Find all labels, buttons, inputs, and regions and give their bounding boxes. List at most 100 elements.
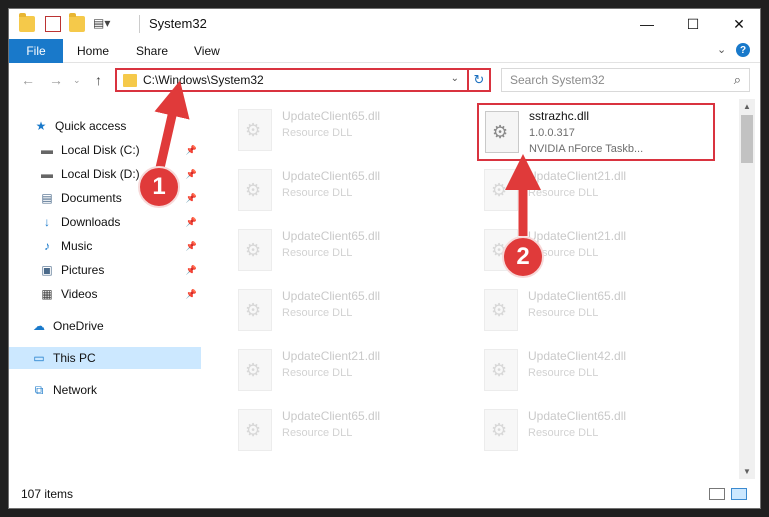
file-name: UpdateClient21.dll (528, 229, 627, 243)
tab-share[interactable]: Share (136, 39, 168, 63)
ribbon-tabs: File Home Share View ⌄ ? (9, 39, 760, 63)
dll-file-icon (238, 349, 272, 391)
file-name: UpdateClient65.dll (528, 409, 627, 423)
file-name: UpdateClient42.dll (528, 349, 627, 363)
scroll-up-icon[interactable]: ▲ (743, 102, 751, 111)
properties-icon[interactable] (45, 16, 61, 32)
navigation-pane: ★ Quick access ▬ Local Disk (C:) 📌 ▬ Loc… (9, 99, 201, 479)
large-icons-view-icon[interactable] (731, 488, 747, 500)
search-icon[interactable]: ⌕ (734, 72, 741, 88)
file-description: Resource DLL (282, 367, 353, 379)
title-separator (139, 15, 140, 33)
file-item[interactable]: UpdateClient65.dll Resource DLL (224, 103, 459, 159)
file-name: UpdateClient65.dll (282, 289, 381, 303)
sidebar-item-label: Quick access (55, 119, 127, 133)
sidebar-item-videos[interactable]: ▦ Videos 📌 (9, 283, 201, 305)
back-button[interactable]: ← (21, 72, 35, 88)
tab-home[interactable]: Home (77, 39, 109, 63)
new-folder-icon[interactable] (69, 13, 85, 32)
address-bar[interactable]: C:\Windows\System32 ⌄ (115, 68, 491, 92)
pictures-icon: ▣ (41, 263, 53, 277)
file-item[interactable]: UpdateClient42.dll Resource DLL (470, 343, 705, 399)
sidebar-item-label: Network (53, 383, 98, 397)
sidebar-item-network[interactable]: ⧉ Network (9, 379, 201, 401)
recent-locations-icon[interactable]: ⌄ (73, 75, 81, 86)
file-description: Resource DLL (528, 187, 599, 199)
close-button[interactable]: ✕ (716, 9, 760, 39)
pin-icon: 📌 (185, 240, 197, 251)
file-item[interactable]: UpdateClient65.dll Resource DLL (224, 163, 459, 219)
chevron-down-icon[interactable]: ⌄ (451, 73, 459, 84)
minimize-button[interactable]: — (624, 9, 670, 39)
file-name: UpdateClient65.dll (282, 169, 381, 183)
forward-button[interactable]: → (49, 72, 63, 88)
address-path[interactable]: C:\Windows\System32 (143, 73, 264, 87)
file-item[interactable]: UpdateClient65.dll Resource DLL (224, 283, 459, 339)
tab-file[interactable]: File (9, 39, 63, 63)
pin-icon: 📌 (185, 264, 197, 275)
scroll-down-icon[interactable]: ▼ (743, 467, 751, 476)
sidebar-item-quick-access[interactable]: ★ Quick access (9, 115, 201, 137)
dll-file-icon (238, 229, 272, 271)
file-version: 1.0.0.317 (529, 127, 575, 139)
file-explorer-window: ▤▾ System32 — ☐ ✕ File Home Share View ⌄… (8, 8, 761, 509)
network-icon: ⧉ (34, 382, 44, 397)
customize-toolbar-icon[interactable]: ▤▾ (93, 16, 110, 32)
sidebar-item-downloads[interactable]: ↓ Downloads 📌 (9, 211, 201, 233)
sidebar-item-label: Downloads (61, 215, 121, 229)
file-item[interactable]: UpdateClient65.dll Resource DLL (224, 223, 459, 279)
file-item[interactable]: UpdateClient65.dll Resource DLL (470, 283, 705, 339)
step-badge-1: 1 (138, 166, 180, 208)
tab-view[interactable]: View (194, 39, 220, 63)
sidebar-item-pictures[interactable]: ▣ Pictures 📌 (9, 259, 201, 281)
file-description: Resource DLL (282, 247, 353, 259)
up-button[interactable]: ↑ (95, 72, 102, 88)
details-view-icon[interactable] (709, 488, 725, 500)
expand-ribbon-icon[interactable]: ⌄ (717, 43, 726, 56)
help-icon[interactable]: ? (736, 43, 750, 57)
dll-file-icon (238, 409, 272, 451)
maximize-button[interactable]: ☐ (670, 9, 716, 39)
documents-icon: ▤ (41, 191, 53, 205)
item-count: 107 items (21, 487, 74, 501)
file-item[interactable]: UpdateClient21.dll Resource DLL (470, 163, 705, 219)
file-description: NVIDIA nForce Taskb... (529, 143, 644, 155)
target-file-item[interactable]: sstrazhc.dll 1.0.0.317 NVIDIA nForce Tas… (477, 103, 715, 161)
file-description: Resource DLL (282, 307, 353, 319)
scrollbar-thumb[interactable] (741, 115, 753, 163)
file-item[interactable]: UpdateClient65.dll Resource DLL (470, 403, 705, 459)
step-badge-2: 2 (502, 236, 544, 278)
sidebar-item-local-disk-c[interactable]: ▬ Local Disk (C:) 📌 (9, 139, 201, 161)
file-description: Resource DLL (528, 307, 599, 319)
pin-icon: 📌 (185, 192, 197, 203)
sidebar-item-label: Local Disk (C:) (61, 143, 140, 157)
music-icon: ♪ (44, 239, 50, 253)
dll-file-icon (484, 349, 518, 391)
download-icon: ↓ (44, 215, 50, 229)
file-item[interactable]: UpdateClient21.dll Resource DLL (224, 343, 459, 399)
drive-icon: ▬ (41, 167, 53, 181)
file-description: Resource DLL (282, 187, 353, 199)
sidebar-item-label: Local Disk (D:) (61, 167, 140, 181)
pin-icon: 📌 (185, 216, 197, 227)
title-bar: ▤▾ System32 — ☐ ✕ (9, 9, 760, 39)
file-name: UpdateClient65.dll (528, 289, 627, 303)
file-name: UpdateClient65.dll (282, 109, 381, 123)
sidebar-item-label: This PC (53, 351, 96, 365)
sidebar-item-label: Pictures (61, 263, 105, 277)
status-bar: 107 items (9, 479, 760, 508)
pin-icon: 📌 (185, 144, 197, 155)
refresh-button[interactable]: ↻ (467, 68, 491, 92)
file-name: UpdateClient21.dll (528, 169, 627, 183)
search-input[interactable]: Search System32 ⌕ (501, 68, 750, 92)
file-list: UpdateClient65.dll Resource DLL UpdateCl… (214, 99, 739, 479)
sidebar-item-label: OneDrive (53, 319, 104, 333)
vertical-scrollbar[interactable]: ▲ ▼ (739, 99, 755, 479)
sidebar-item-onedrive[interactable]: ☁ OneDrive (9, 315, 201, 337)
folder-icon (19, 13, 35, 32)
file-item[interactable]: UpdateClient65.dll Resource DLL (224, 403, 459, 459)
file-name: sstrazhc.dll (529, 109, 590, 123)
sidebar-item-this-pc[interactable]: ▭ This PC (9, 347, 201, 369)
sidebar-item-music[interactable]: ♪ Music 📌 (9, 235, 201, 257)
drive-icon: ▬ (41, 143, 53, 157)
